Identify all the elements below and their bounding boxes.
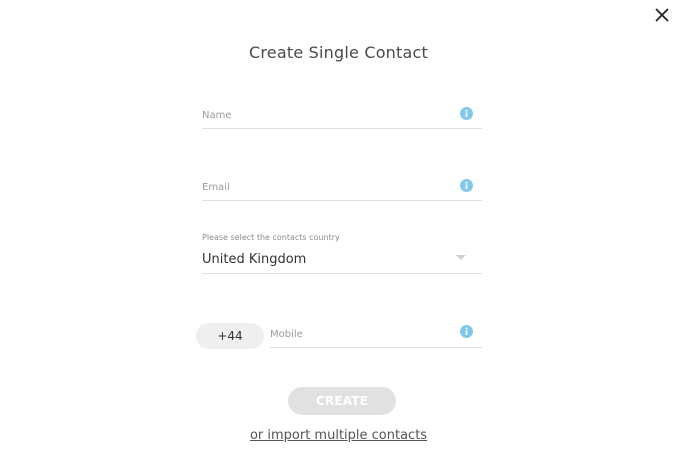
import-multiple-contacts-link[interactable]: or import multiple contacts <box>0 428 677 443</box>
country-label: Please select the contacts country <box>202 233 340 242</box>
info-icon[interactable] <box>460 325 473 338</box>
close-button[interactable] <box>655 8 675 28</box>
info-icon[interactable] <box>460 107 473 120</box>
name-input[interactable] <box>202 107 452 123</box>
mobile-input[interactable] <box>270 326 450 342</box>
country-selected-value: United Kingdom <box>202 252 307 267</box>
create-contact-dialog: Create Single Contact Please select the … <box>0 0 677 452</box>
info-icon[interactable] <box>460 179 473 192</box>
email-input[interactable] <box>202 179 452 195</box>
name-field-container <box>202 99 482 129</box>
country-code-prefix[interactable]: +44 <box>196 323 264 349</box>
chevron-down-icon <box>456 255 466 260</box>
mobile-field-container <box>270 318 482 348</box>
dialog-title: Create Single Contact <box>249 43 428 62</box>
country-select[interactable]: Please select the contacts country Unite… <box>202 233 482 274</box>
close-icon <box>655 8 669 22</box>
email-field-container <box>202 171 482 201</box>
create-button[interactable]: CREATE <box>288 387 396 415</box>
